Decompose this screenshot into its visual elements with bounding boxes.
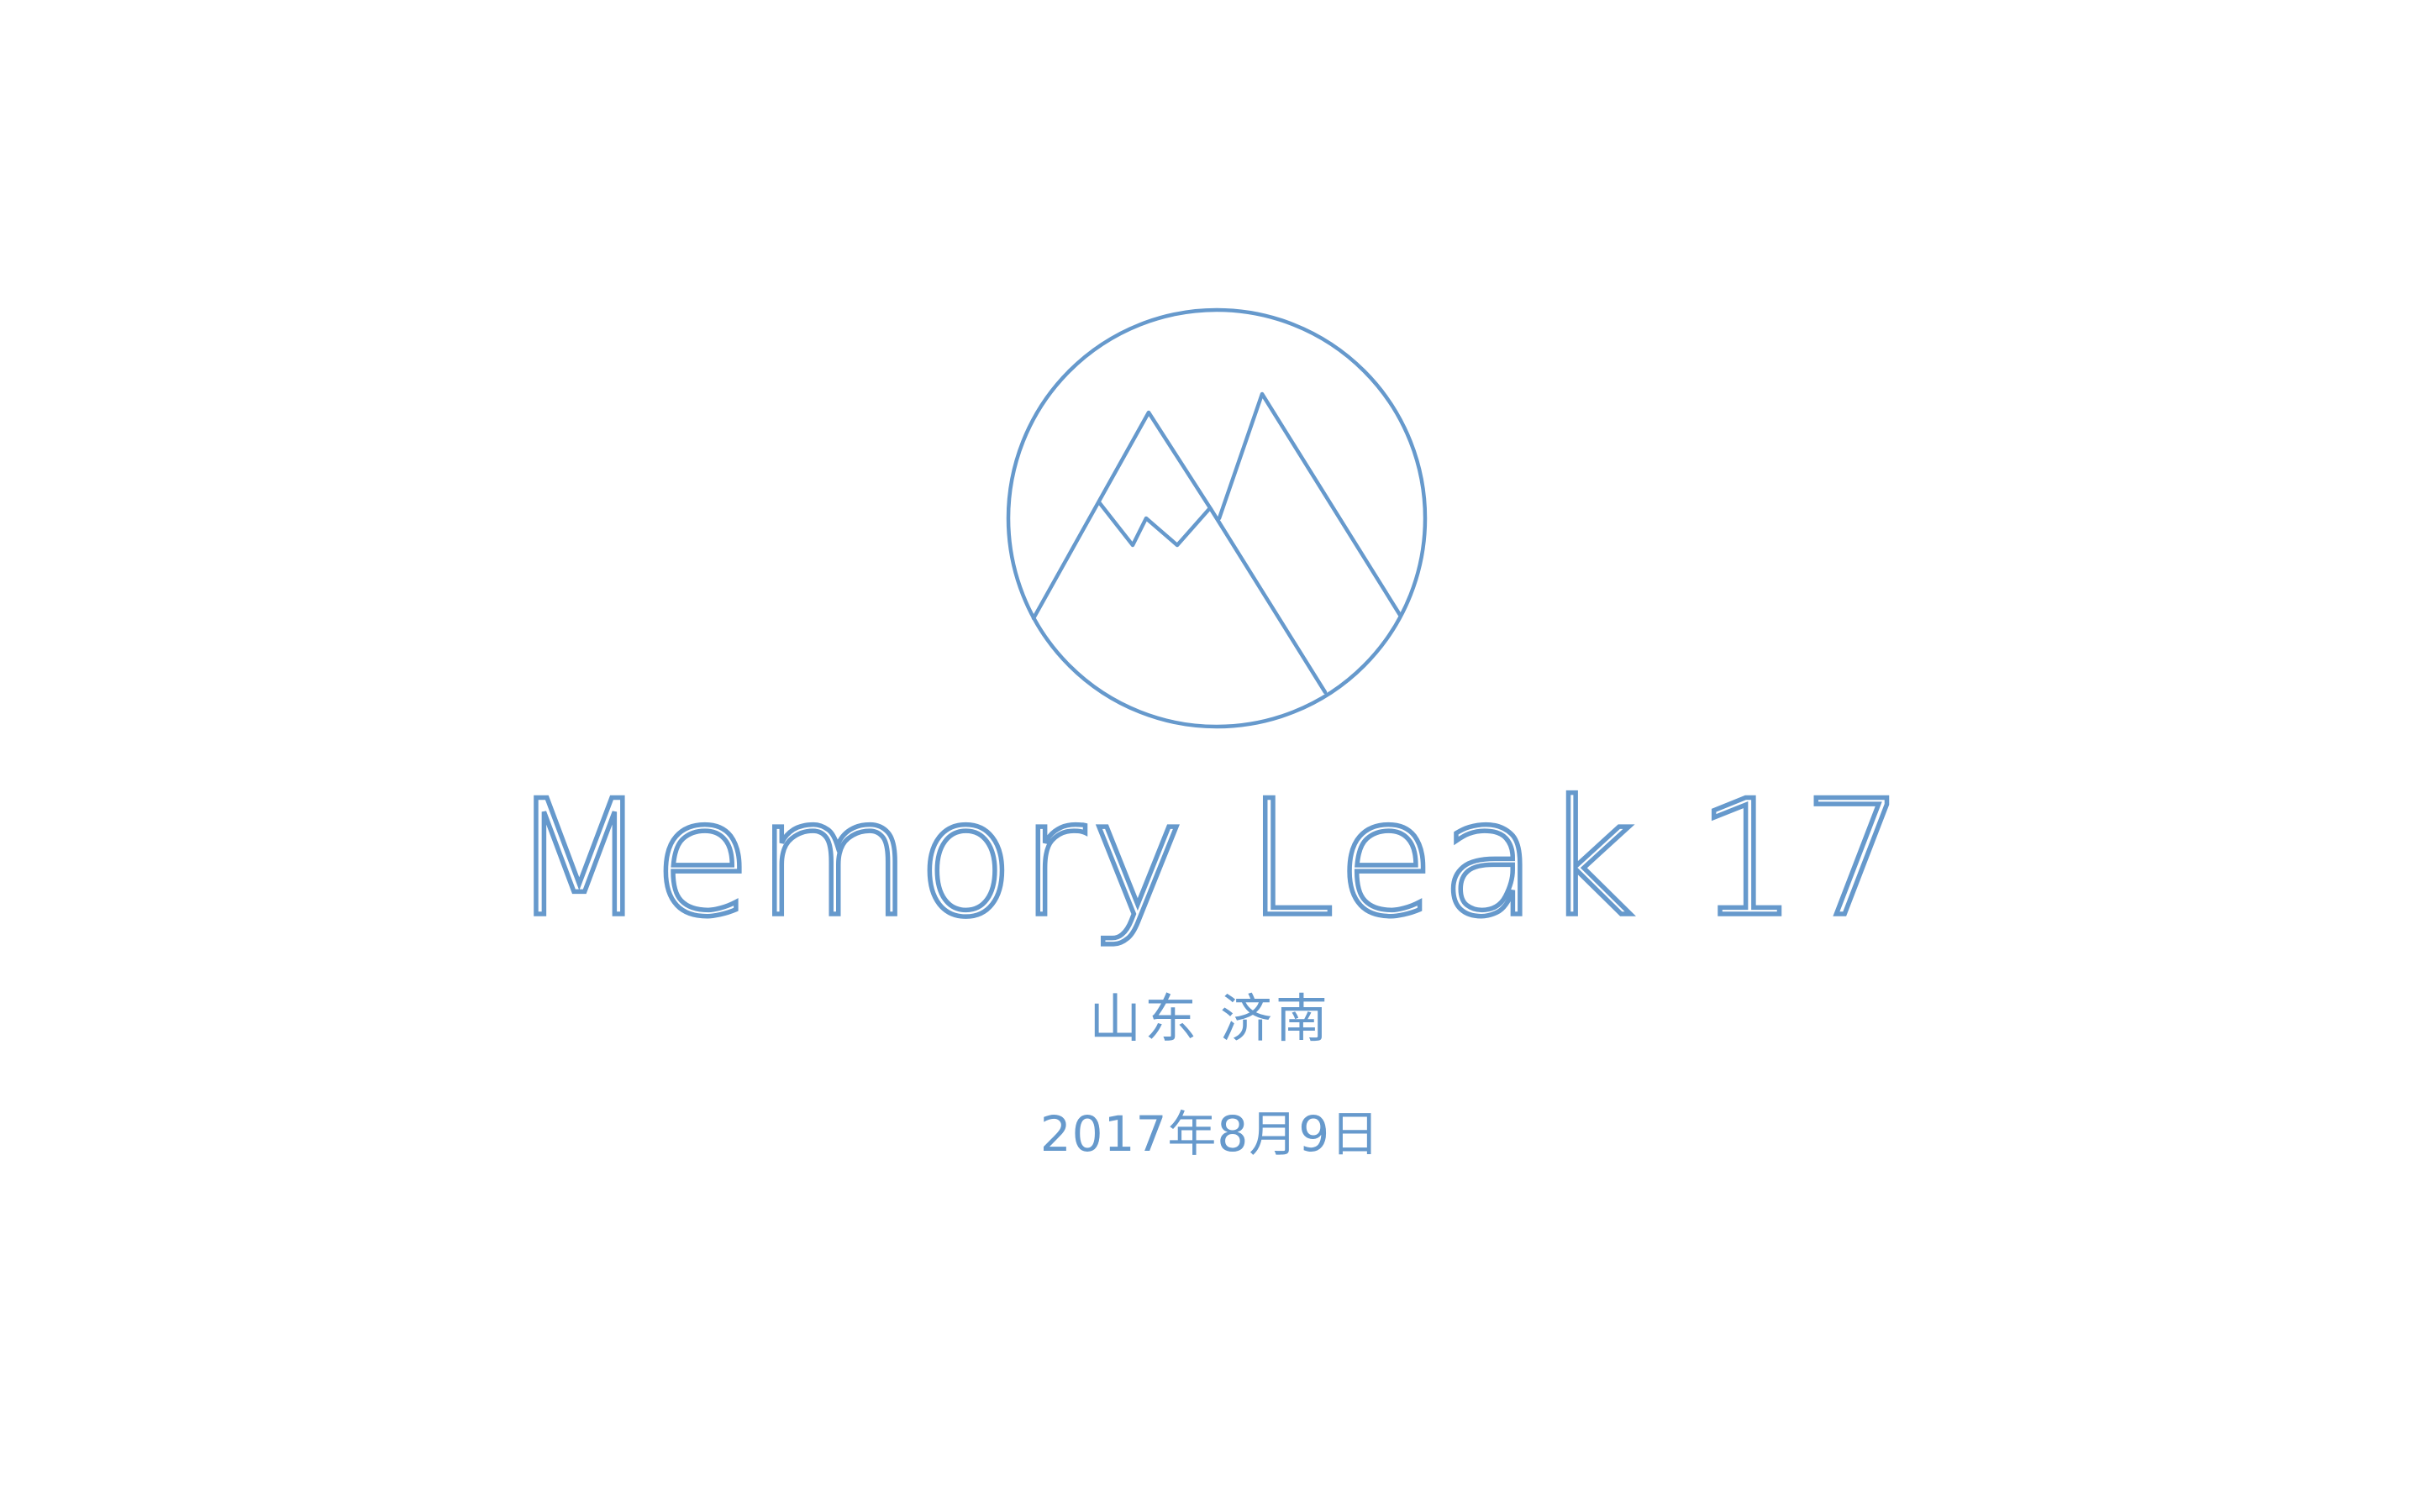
location-label: 山东 济南 [1089, 988, 1331, 1049]
slide: Memory Leak 17 山东 济南 2017年8月9日 [0, 0, 2420, 1512]
date-label: 2017年8月9日 [1039, 1105, 1381, 1163]
page-title: Memory Leak 17 [508, 764, 1909, 954]
title-text: Memory Leak 17 [510, 766, 1909, 952]
